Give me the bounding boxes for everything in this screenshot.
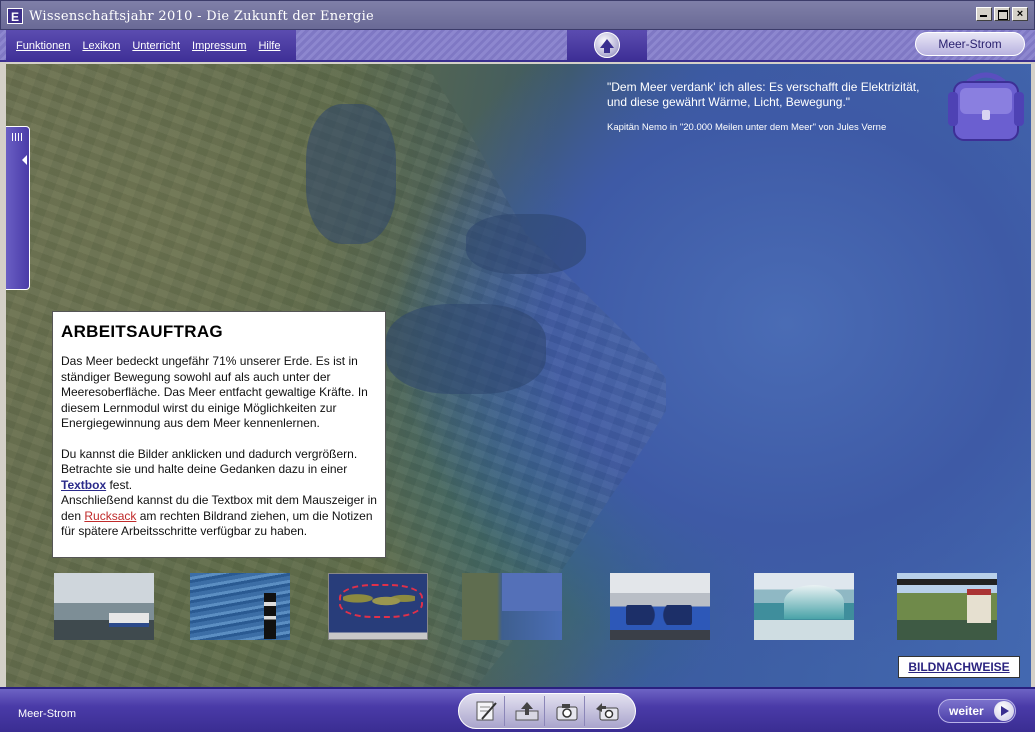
menu-funktionen[interactable]: Funktionen [16, 40, 70, 52]
menu-unterricht[interactable]: Unterricht [132, 40, 180, 52]
thumbnail-harbor[interactable] [54, 573, 154, 640]
module-label: Meer-Strom [18, 708, 77, 720]
thumbnail-ocean-currents-map[interactable] [328, 573, 428, 640]
menu-lexikon[interactable]: Lexikon [82, 40, 120, 52]
thumbnail-turbine-hall[interactable] [610, 573, 710, 640]
window-title: Wissenschaftsjahr 2010 - Die Zukunft der… [29, 9, 375, 24]
window-title-bar: E Wissenschaftsjahr 2010 - Die Zukunft d… [0, 0, 1035, 30]
lagoon [466, 214, 586, 274]
thumbnail-water-gauge[interactable] [190, 573, 290, 640]
app-icon: E [7, 8, 23, 24]
tool-group [458, 693, 636, 729]
rucksack-link[interactable]: Rucksack [84, 509, 136, 523]
next-label: weiter [949, 704, 984, 718]
quote-block: "Dem Meer verdank' ich alles: Es verscha… [607, 80, 937, 133]
side-panel-handle[interactable] [6, 126, 30, 290]
close-button[interactable]: × [1012, 7, 1028, 21]
notepad-pen-icon[interactable] [469, 696, 505, 726]
thumbnail-wave[interactable] [754, 573, 854, 640]
main-menu: Funktionen Lexikon Unterricht Impressum … [6, 30, 296, 62]
camera-export-icon[interactable] [589, 696, 625, 726]
image-credits-link[interactable]: BILDNACHWEISE [898, 656, 1020, 678]
lagoon [386, 304, 546, 394]
up-button[interactable] [567, 30, 647, 60]
textbox-link[interactable]: Textbox [61, 478, 106, 492]
bottom-bar: Meer-Strom weiter [0, 687, 1035, 732]
satellite-background: "Dem Meer verdank' ich alles: Es verscha… [6, 64, 1031, 687]
quote-source: Kapitän Nemo in "20.000 Meilen unter dem… [607, 122, 887, 133]
lagoon [306, 104, 396, 244]
task-paragraph-1: Das Meer bedeckt ungefähr 71% unserer Er… [61, 354, 368, 430]
task-heading: ARBEITSAUFTRAG [61, 322, 223, 341]
up-arrow-icon [594, 32, 620, 58]
thumbnail-tidal-plant[interactable] [897, 573, 997, 640]
play-arrow-icon [993, 701, 1014, 721]
maximize-button[interactable] [994, 7, 1010, 21]
task-box: ARBEITSAUFTRAG Das Meer bedeckt ungefähr… [52, 311, 386, 558]
nav-bar: Funktionen Lexikon Unterricht Impressum … [0, 30, 1035, 62]
menu-impressum[interactable]: Impressum [192, 40, 246, 52]
camera-icon[interactable] [549, 696, 585, 726]
window-controls: × [976, 7, 1028, 21]
quote-text: "Dem Meer verdank' ich alles: Es verscha… [607, 80, 920, 109]
task-paragraph-2: Du kannst die Bilder anklicken und dadur… [61, 446, 377, 539]
next-button[interactable]: weiter [938, 699, 1016, 723]
menu-hilfe[interactable]: Hilfe [258, 40, 280, 52]
thumbnail-coast-satellite[interactable] [462, 573, 562, 640]
topic-button[interactable]: Meer-Strom [915, 32, 1025, 56]
grip-icon [12, 133, 24, 141]
upload-icon[interactable] [509, 696, 545, 726]
chevron-left-icon [22, 155, 27, 165]
minimize-button[interactable] [976, 7, 992, 21]
backpack-icon[interactable] [946, 70, 1026, 142]
